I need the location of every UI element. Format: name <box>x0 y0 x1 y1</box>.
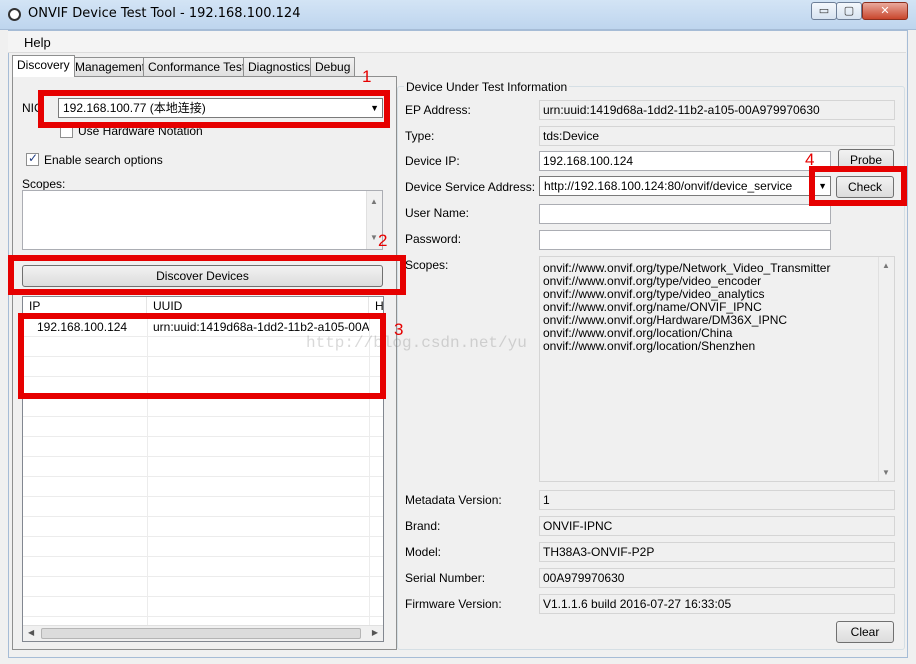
serial-number-label: Serial Number: <box>405 571 486 585</box>
table-row[interactable] <box>23 417 383 437</box>
table-row[interactable] <box>23 537 383 557</box>
scroll-up-icon[interactable]: ▲ <box>882 259 890 272</box>
scroll-down-icon[interactable]: ▼ <box>370 229 378 247</box>
table-row[interactable] <box>23 397 383 417</box>
table-row[interactable] <box>23 577 383 597</box>
app-icon <box>8 8 21 21</box>
firmware-version-field: V1.1.1.6 build 2016-07-27 16:33:05 <box>539 594 895 614</box>
maximize-button[interactable]: ▢ <box>836 2 862 20</box>
window-title: ONVIF Device Test Tool - 192.168.100.124 <box>28 6 301 21</box>
scopes-list-scrollbar[interactable]: ▲ ▼ <box>878 257 894 481</box>
user-name-input[interactable] <box>539 204 831 224</box>
title-bar: ONVIF Device Test Tool - 192.168.100.124… <box>0 0 916 30</box>
model-label: Model: <box>405 545 442 559</box>
clear-button[interactable]: Clear <box>836 621 894 643</box>
scroll-right-icon[interactable]: ▶ <box>372 628 378 637</box>
table-row[interactable] <box>23 497 383 517</box>
tab-diagnostics[interactable]: Diagnostics <box>243 57 316 76</box>
minimize-button[interactable]: ▭ <box>811 2 837 20</box>
ep-address-label: EP Address: <box>405 103 471 117</box>
list-horizontal-scrollbar[interactable]: ◀ ▶ <box>23 625 383 641</box>
scroll-down-icon[interactable]: ▼ <box>882 466 890 479</box>
table-row[interactable] <box>23 477 383 497</box>
table-row[interactable] <box>23 517 383 537</box>
serial-number-field: 00A979970630 <box>539 568 895 588</box>
ep-address-field: urn:uuid:1419d68a-1dd2-11b2-a105-00A9799… <box>539 100 895 120</box>
scope-item: onvif://www.onvif.org/location/Shenzhen <box>543 339 756 353</box>
device-scopes-list[interactable]: onvif://www.onvif.org/type/Network_Video… <box>539 256 895 482</box>
device-service-address-value: http://192.168.100.124:80/onvif/device_s… <box>544 179 793 193</box>
tab-management[interactable]: Management <box>70 57 151 76</box>
device-ip-input[interactable]: 192.168.100.124 <box>539 151 831 171</box>
tab-debug[interactable]: Debug <box>310 57 356 76</box>
password-input[interactable] <box>539 230 831 250</box>
annotation-box-3 <box>18 313 386 399</box>
annotation-number-3: 3 <box>394 320 404 339</box>
scopes-label: Scopes: <box>22 177 66 191</box>
enable-search-options-checkbox[interactable] <box>26 151 39 166</box>
table-row[interactable] <box>23 437 383 457</box>
device-info-group-title: Device Under Test Information <box>404 80 570 94</box>
type-field: tds:Device <box>539 126 895 146</box>
firmware-version-label: Firmware Version: <box>405 597 502 611</box>
tab-discovery[interactable]: Discovery <box>12 55 75 77</box>
brand-label: Brand: <box>405 519 441 533</box>
annotation-box-2 <box>8 255 406 295</box>
user-name-label: User Name: <box>405 206 470 220</box>
table-row[interactable] <box>23 557 383 577</box>
model-field: TH38A3-ONVIF-P2P <box>539 542 895 562</box>
tab-conformance-test[interactable]: Conformance Test <box>143 57 251 76</box>
annotation-number-4: 4 <box>805 150 815 169</box>
scroll-up-icon[interactable]: ▲ <box>370 193 378 211</box>
device-service-address-select[interactable]: http://192.168.100.124:80/onvif/device_s… <box>539 176 831 196</box>
password-label: Password: <box>405 232 462 246</box>
scrollbar-thumb[interactable] <box>41 628 361 639</box>
device-scopes-label: Scopes: <box>405 258 449 272</box>
table-row[interactable] <box>23 597 383 617</box>
device-service-address-label: Device Service Address: <box>405 180 536 194</box>
scopes-input[interactable]: ▲ ▼ <box>22 190 383 250</box>
device-ip-label: Device IP: <box>405 154 460 168</box>
annotation-box-1 <box>38 90 390 128</box>
menu-bar: Help <box>8 31 906 53</box>
annotation-box-4 <box>809 166 907 206</box>
scroll-left-icon[interactable]: ◀ <box>28 628 34 637</box>
table-row[interactable] <box>23 457 383 477</box>
metadata-version-label: Metadata Version: <box>405 493 502 507</box>
brand-field: ONVIF-IPNC <box>539 516 895 536</box>
type-label: Type: <box>405 129 435 143</box>
menu-help[interactable]: Help <box>24 35 51 50</box>
annotation-number-1: 1 <box>362 67 372 86</box>
annotation-number-2: 2 <box>378 231 388 250</box>
enable-search-options-label: Enable search options <box>44 153 163 167</box>
close-button[interactable]: ✕ <box>862 2 908 20</box>
metadata-version-field: 1 <box>539 490 895 510</box>
